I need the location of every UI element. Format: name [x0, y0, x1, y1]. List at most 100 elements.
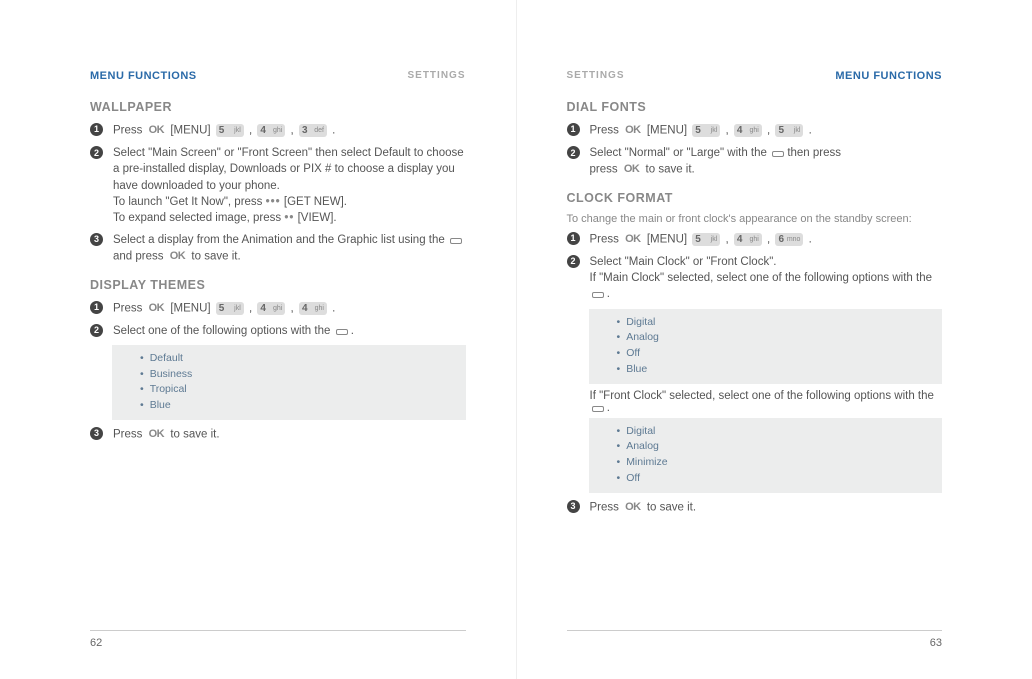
step-number-icon: 2 [567, 255, 580, 268]
keypad-4-icon: 4ghi [734, 233, 762, 246]
text: If "Front Clock" selected, select one of… [590, 390, 934, 402]
list-item: Analog [617, 330, 933, 346]
footer-rule [90, 630, 466, 631]
step-body: Select "Main Clock" or "Front Clock". If… [590, 254, 943, 302]
text: Select one of the following options with… [113, 325, 330, 337]
step-body: Press OK [MENU] 5jkl , 4ghi , 4ghi . [113, 300, 466, 317]
step-body: Press OK to save it. [113, 426, 466, 443]
text: Press [113, 125, 142, 137]
step-2: 2 Select "Normal" or "Large" with the th… [567, 145, 943, 178]
step-3: 3 Press OK to save it. [90, 426, 466, 443]
keypad-3-icon: 3def [299, 124, 327, 137]
text-block: If "Front Clock" selected, select one of… [590, 390, 943, 414]
text: Select "Main Screen" or "Front Screen" t… [113, 147, 464, 191]
step-number-icon: 2 [90, 146, 103, 159]
text: [MENU] [170, 125, 210, 137]
text: [MENU] [647, 125, 687, 137]
section-label: SETTINGS [567, 70, 625, 82]
step-number-icon: 2 [90, 324, 103, 337]
text: [MENU] [170, 302, 210, 314]
keypad-4-icon: 4ghi [257, 124, 285, 137]
list-item: Off [617, 471, 933, 487]
step-2: 2 Select "Main Clock" or "Front Clock". … [567, 254, 943, 302]
text: to save it. [170, 429, 219, 441]
ok-icon: OK [622, 122, 644, 139]
nav-key-icon [590, 289, 604, 299]
step-body: Press OK [MENU] 5jkl , 4ghi , 3def . [113, 122, 466, 139]
page-right: SETTINGS MENU FUNCTIONS DIAL FONTS 1 Pre… [517, 0, 1032, 679]
step-number-icon: 3 [90, 427, 103, 440]
step-2: 2 Select "Main Screen" or "Front Screen"… [90, 145, 466, 226]
text: Press [590, 125, 619, 137]
text: Select "Normal" or "Large" with the [590, 147, 767, 159]
step-1: 1 Press OK [MENU] 5jkl , 4ghi , 6mno . [567, 231, 943, 248]
step-1: 1 Press OK [MENU] 5jkl , 4ghi , 5jkl . [567, 122, 943, 139]
page-number: 63 [930, 637, 942, 649]
footer-rule [567, 630, 943, 631]
step-body: Select "Normal" or "Large" with the then… [590, 145, 943, 178]
step-number-icon: 2 [567, 146, 580, 159]
step-2: 2 Select one of the following options wi… [90, 323, 466, 339]
step-number-icon: 1 [567, 232, 580, 245]
text: Press [113, 302, 142, 314]
page-spread: MENU FUNCTIONS SETTINGS WALLPAPER 1 Pres… [0, 0, 1032, 679]
text: Select a display from the Animation and … [113, 234, 445, 246]
list-item: Digital [617, 424, 933, 440]
step-body: Press OK [MENU] 5jkl , 4ghi , 6mno . [590, 231, 943, 248]
keypad-4-icon: 4ghi [734, 124, 762, 137]
text: to save it. [647, 501, 696, 513]
text: Press [590, 234, 619, 246]
text: press [590, 164, 618, 176]
step-number-icon: 1 [90, 123, 103, 136]
text: Select "Main Clock" or "Front Clock". [590, 256, 777, 268]
text: [GET NEW]. [284, 196, 347, 208]
step-body: Press OK [MENU] 5jkl , 4ghi , 5jkl . [590, 122, 943, 139]
ok-icon: OK [621, 161, 643, 178]
keypad-5-icon: 5jkl [692, 124, 720, 137]
step-body: Select a display from the Animation and … [113, 232, 466, 265]
step-1: 1 Press OK [MENU] 5jkl , 4ghi , 4ghi . [90, 300, 466, 317]
list-item: Minimize [617, 455, 933, 471]
step-number-icon: 1 [90, 301, 103, 314]
keypad-4-icon: 4ghi [257, 302, 285, 315]
page-number: 62 [90, 637, 102, 649]
text: [VIEW]. [298, 212, 337, 224]
nav-key-icon [448, 235, 462, 245]
softkey-dots-icon: ••• [266, 194, 281, 210]
keypad-5-icon: 5jkl [775, 124, 803, 137]
chapter-label: MENU FUNCTIONS [90, 70, 197, 82]
step-body: Select "Main Screen" or "Front Screen" t… [113, 145, 466, 226]
text: to save it. [646, 164, 695, 176]
text: and press [113, 251, 164, 263]
list-item: Business [140, 367, 456, 383]
ok-icon: OK [146, 122, 168, 139]
text: Press [113, 429, 142, 441]
list-item: Tropical [140, 382, 456, 398]
step-number-icon: 1 [567, 123, 580, 136]
options-box-main-clock: Digital Analog Off Blue [589, 309, 943, 384]
heading-display-themes: DISPLAY THEMES [90, 278, 466, 292]
step-number-icon: 3 [567, 500, 580, 513]
heading-wallpaper: WALLPAPER [90, 100, 466, 114]
text: To launch "Get It Now", press [113, 196, 262, 208]
text: Press [590, 501, 619, 513]
list-item: Default [140, 351, 456, 367]
text: If "Main Clock" selected, select one of … [590, 272, 932, 284]
nav-key-icon [590, 403, 604, 413]
keypad-4-icon: 4ghi [299, 302, 327, 315]
text: To expand selected image, press [113, 212, 281, 224]
text: to save it. [191, 251, 240, 263]
keypad-5-icon: 5jkl [216, 124, 244, 137]
page-left: MENU FUNCTIONS SETTINGS WALLPAPER 1 Pres… [0, 0, 517, 679]
ok-icon: OK [146, 300, 168, 317]
text: [MENU] [647, 234, 687, 246]
chapter-label: MENU FUNCTIONS [835, 70, 942, 82]
ok-icon: OK [622, 499, 644, 516]
keypad-6-icon: 6mno [775, 233, 803, 246]
keypad-5-icon: 5jkl [692, 233, 720, 246]
heading-clock-format: CLOCK FORMAT [567, 191, 943, 205]
heading-dial-fonts: DIAL FONTS [567, 100, 943, 114]
running-head-right: SETTINGS MENU FUNCTIONS [567, 70, 943, 82]
step-3: 3 Select a display from the Animation an… [90, 232, 466, 265]
options-box-themes: Default Business Tropical Blue [112, 345, 466, 420]
